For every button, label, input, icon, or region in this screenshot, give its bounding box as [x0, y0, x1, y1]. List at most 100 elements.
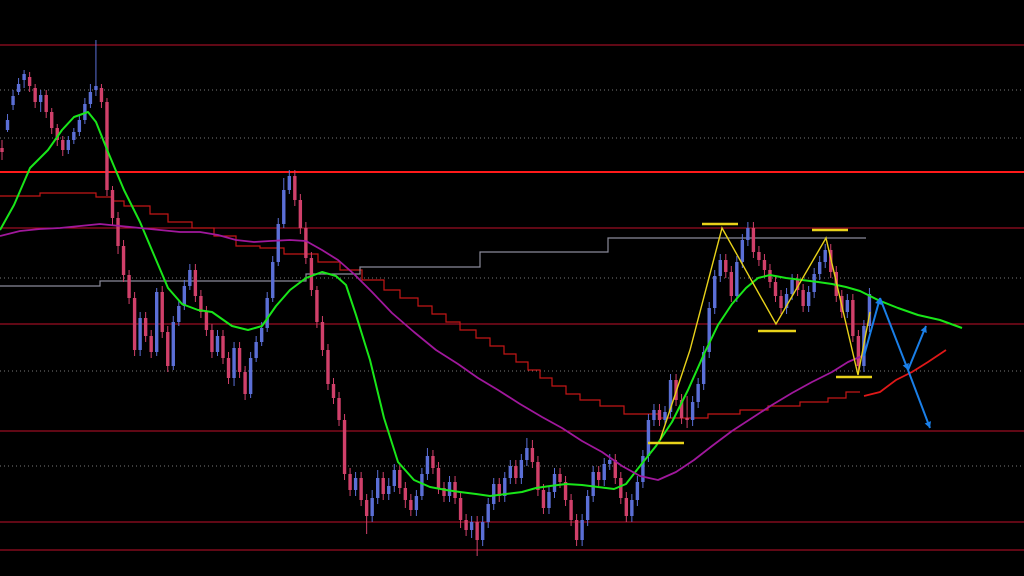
bearish-candle	[50, 112, 54, 128]
bullish-candle	[519, 460, 524, 478]
bullish-candle	[608, 460, 612, 464]
bullish-candle	[652, 410, 656, 420]
bearish-candle	[221, 336, 225, 358]
bearish-candle	[619, 478, 623, 498]
bearish-candle	[558, 474, 562, 482]
bullish-candle	[823, 250, 827, 262]
bullish-candle	[663, 412, 667, 420]
bearish-candle	[657, 410, 662, 420]
bearish-candle	[409, 500, 413, 510]
bearish-candle	[226, 358, 231, 378]
price-chart	[0, 0, 1024, 576]
bearish-candle	[149, 336, 153, 352]
bullish-candle	[635, 482, 640, 500]
bullish-candle	[806, 292, 811, 306]
bullish-candle	[735, 262, 739, 296]
bearish-candle	[569, 500, 573, 520]
bearish-candle	[624, 498, 629, 516]
bullish-candle	[287, 176, 291, 190]
bearish-candle	[514, 466, 518, 478]
bullish-candle	[414, 496, 419, 510]
bullish-candle	[265, 298, 269, 328]
bearish-candle	[856, 336, 861, 366]
bullish-candle	[177, 306, 181, 322]
bullish-candle	[215, 336, 220, 352]
bullish-candle	[552, 474, 557, 492]
bullish-candle	[469, 522, 474, 530]
bullish-candle	[11, 96, 15, 105]
bearish-candle	[193, 270, 198, 296]
bullish-candle	[630, 500, 634, 516]
bearish-candle	[237, 348, 242, 372]
bearish-candle	[127, 275, 131, 298]
bearish-candle	[851, 300, 855, 336]
bearish-candle	[298, 200, 303, 228]
bearish-candle	[381, 478, 385, 494]
bullish-candle	[353, 478, 358, 490]
bearish-candle	[309, 258, 314, 290]
bearish-candle	[398, 470, 402, 488]
bullish-candle	[790, 280, 794, 294]
bearish-candle	[757, 252, 761, 260]
bullish-candle	[77, 120, 82, 132]
bearish-candle	[431, 456, 435, 468]
bearish-candle	[597, 472, 601, 480]
bullish-candle	[94, 86, 98, 90]
bearish-candle	[166, 332, 170, 366]
bullish-candle	[547, 492, 551, 508]
bullish-candle	[646, 420, 651, 456]
bullish-candle	[746, 228, 750, 240]
bullish-candle	[492, 484, 496, 504]
bearish-candle	[160, 292, 164, 332]
bearish-candle	[685, 418, 689, 420]
bearish-candle	[773, 282, 778, 296]
bullish-candle	[845, 300, 850, 312]
bearish-candle	[61, 140, 65, 150]
bullish-candle	[66, 140, 70, 150]
bearish-candle	[536, 462, 540, 490]
bullish-candle	[387, 486, 391, 494]
bearish-candle	[762, 260, 767, 270]
bullish-candle	[254, 342, 258, 358]
bearish-candle	[530, 448, 535, 462]
bearish-candle	[724, 260, 728, 272]
bearish-candle	[315, 290, 319, 322]
bearish-candle	[293, 176, 297, 200]
bullish-candle	[38, 95, 43, 102]
bullish-candle	[5, 120, 10, 130]
bullish-candle	[591, 472, 595, 496]
bullish-candle	[182, 286, 187, 306]
bullish-candle	[232, 348, 236, 378]
bearish-candle	[348, 474, 352, 490]
bearish-candle	[801, 290, 805, 306]
bearish-candle	[304, 228, 308, 258]
bearish-candle	[364, 500, 369, 516]
bearish-candle	[342, 420, 347, 474]
bearish-candle	[475, 522, 479, 540]
bearish-candle	[326, 350, 330, 384]
bearish-candle	[453, 482, 457, 498]
bearish-candle	[0, 148, 4, 152]
bullish-candle	[740, 240, 745, 262]
bullish-candle	[171, 322, 175, 366]
bearish-candle	[337, 398, 341, 420]
chart-root	[0, 0, 1024, 576]
bullish-candle	[696, 384, 700, 402]
bullish-candle	[188, 270, 192, 286]
chart-background	[0, 0, 1024, 576]
bullish-candle	[88, 92, 93, 104]
bullish-candle	[425, 456, 430, 474]
bullish-candle	[585, 496, 590, 520]
bearish-candle	[143, 318, 148, 336]
bearish-candle	[210, 330, 214, 352]
bearish-candle	[574, 520, 579, 540]
bullish-candle	[480, 522, 485, 540]
bullish-candle	[392, 470, 396, 486]
bullish-candle	[508, 466, 512, 478]
bullish-candle	[812, 274, 816, 292]
bullish-candle	[16, 84, 21, 92]
bullish-candle	[259, 328, 264, 342]
bullish-candle	[282, 190, 286, 224]
bearish-candle	[121, 246, 126, 275]
bearish-candle	[204, 312, 209, 330]
